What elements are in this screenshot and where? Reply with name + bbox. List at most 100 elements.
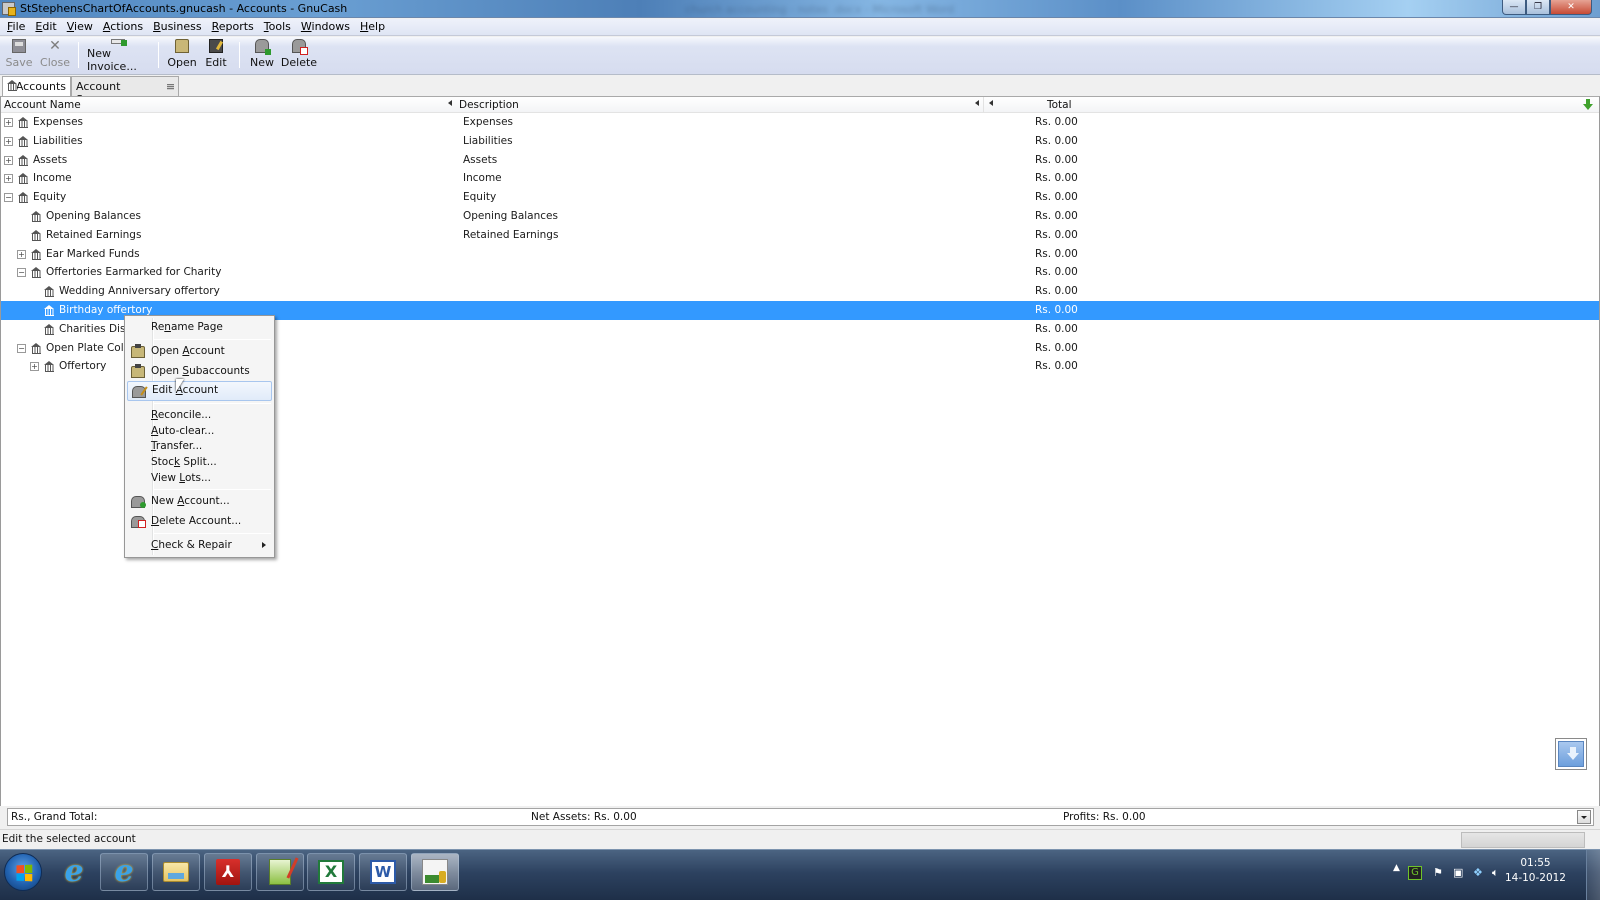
gnucash-app-icon[interactable]	[2, 2, 16, 16]
menu-help[interactable]: Help	[355, 19, 390, 35]
account-total: Rs. 0.00	[1035, 191, 1078, 204]
progress-bar	[1461, 832, 1585, 848]
tab-accounts[interactable]: Accounts	[2, 76, 71, 97]
menu-item-check-and-repair[interactable]: Check & Repair	[127, 536, 272, 556]
account-row[interactable]: Opening Balances Opening Balances Rs. 0.00	[1, 207, 1599, 226]
close-icon: ✕	[49, 38, 61, 54]
menu-view[interactable]: View	[62, 19, 98, 35]
menu-business[interactable]: Business	[148, 19, 207, 35]
account-row[interactable]: + Income Income Rs. 0.00	[1, 169, 1599, 188]
menu-actions[interactable]: Actions	[98, 19, 148, 35]
expand-icon[interactable]: +	[17, 249, 26, 259]
taskbar-internet-explorer[interactable]: e	[100, 853, 148, 891]
taskbar-microsoft-word[interactable]: W	[359, 853, 407, 891]
menu-item-label: Re	[151, 321, 165, 333]
internet-explorer-icon: e	[114, 854, 134, 889]
account-row[interactable]: − Offertories Earmarked for Charity Rs. 0.…	[1, 263, 1599, 282]
column-arrow-icon[interactable]	[989, 100, 993, 106]
collapse-icon[interactable]: −	[17, 343, 26, 353]
expand-icon[interactable]: +	[4, 118, 13, 127]
menu-item-label: heck & Repair	[158, 539, 232, 551]
open-folder-icon	[175, 39, 189, 53]
account-total: Rs. 0.00	[1035, 228, 1078, 241]
minimize-button[interactable]: —	[1502, 0, 1526, 15]
open-button[interactable]: Open	[167, 39, 197, 73]
context-menu: Rename Page Open Account Open Subaccounts E…	[124, 315, 275, 558]
taskbar-notepad-editor[interactable]	[256, 853, 304, 891]
expand-icon[interactable]: +	[4, 155, 13, 165]
show-desktop-button[interactable]	[1586, 850, 1600, 900]
menu-item-open-subaccounts[interactable]: Open Subaccounts	[127, 362, 272, 382]
close-button[interactable]: ✕ Close	[40, 38, 70, 73]
taskbar-internet-explorer-pinned[interactable]: e	[50, 853, 98, 891]
taskbar-windows-explorer[interactable]	[152, 853, 200, 891]
expand-icon[interactable]: +	[30, 362, 39, 372]
account-row[interactable]: + Expenses Expenses Rs. 0.00	[1, 113, 1599, 132]
bank-icon	[44, 323, 55, 335]
menu-item-rename-page[interactable]: Rename Page	[127, 318, 272, 338]
save-button[interactable]: Save	[6, 39, 33, 73]
scroll-to-bottom-button[interactable]	[1555, 738, 1587, 770]
column-header-account-name[interactable]: Account Name	[4, 99, 81, 111]
taskbar-microsoft-excel[interactable]: X	[307, 853, 355, 891]
column-header-description[interactable]: Description	[459, 99, 519, 111]
collapse-icon[interactable]: −	[4, 193, 13, 203]
mouse-cursor-icon	[176, 379, 184, 392]
show-hidden-icons-icon[interactable]: ▲	[1393, 863, 1400, 873]
menu-windows[interactable]: Windows	[296, 19, 355, 35]
menu-item-label: Edit	[152, 384, 176, 396]
menu-tools[interactable]: Tools	[259, 19, 296, 35]
column-selector-arrow-icon[interactable]	[1583, 99, 1593, 111]
column-arrow-icon[interactable]	[448, 100, 452, 106]
action-center-flag-icon[interactable]: ⚑	[1433, 866, 1443, 879]
account-row[interactable]: Wedding Anniversary offertory Rs. 0.00	[1, 282, 1599, 301]
open-label: Open	[167, 56, 197, 69]
tab-account-summary[interactable]: Account Summary	[71, 76, 179, 106]
account-row[interactable]: Retained Earnings Retained Earnings Rs. 0.…	[1, 226, 1599, 245]
new-account-button[interactable]: New	[250, 39, 274, 73]
column-header-total[interactable]: Total	[1047, 99, 1072, 111]
tray-app-g-icon[interactable]: G	[1408, 866, 1422, 880]
menu-item-edit-account[interactable]: Edit Account	[127, 381, 272, 401]
edit-label: Edit	[205, 56, 227, 69]
menu-label: elp	[368, 20, 386, 33]
menu-item-view-lots[interactable]: View Lots...	[127, 469, 272, 489]
restore-button[interactable]: ❐	[1526, 0, 1550, 15]
account-name: Retained Earnings	[46, 228, 142, 241]
dropbox-icon[interactable]: ❖	[1473, 866, 1483, 879]
profits-value: Profits: Rs. 0.00	[1063, 811, 1146, 823]
account-row[interactable]: + Liabilities Liabilities Rs. 0.00	[1, 132, 1599, 151]
menu-edit[interactable]: Edit	[30, 19, 61, 35]
logo-part	[16, 873, 24, 881]
volume-icon[interactable]: 🔈︎	[1492, 866, 1499, 880]
menu-item-new-account[interactable]: New Account...	[127, 492, 272, 512]
account-row[interactable]: + Ear Marked Funds Rs. 0.00	[1, 245, 1599, 264]
windows-taskbar: e e ⅄ X W ▲ G ⚑ ▣ ❖ 🔈︎ 01:55 14-10-2012	[0, 849, 1600, 900]
new-invoice-button[interactable]: New Invoice...	[87, 39, 149, 73]
account-row[interactable]: + Assets Assets Rs. 0.00	[1, 151, 1599, 170]
menu-separator	[153, 489, 271, 490]
expand-icon[interactable]: +	[4, 136, 13, 146]
edit-button[interactable]: Edit	[205, 39, 227, 73]
summary-dropdown-button[interactable]	[1577, 810, 1591, 824]
collapse-icon[interactable]: −	[17, 268, 26, 278]
network-icon[interactable]: ▣	[1453, 866, 1463, 879]
menu-item-delete-account[interactable]: Delete Account...	[127, 512, 272, 532]
tree-header: Account Name Description Total	[1, 97, 1599, 113]
system-clock[interactable]: 01:55 14-10-2012	[1505, 856, 1566, 886]
taskbar-adobe-reader[interactable]: ⅄	[204, 853, 252, 891]
expand-icon[interactable]: +	[4, 174, 13, 184]
menu-reports[interactable]: Reports	[207, 19, 259, 35]
menu-item-open-account[interactable]: Open Account	[127, 342, 272, 362]
close-tab-icon[interactable]	[167, 84, 174, 90]
taskbar-gnucash[interactable]	[411, 853, 459, 891]
column-arrow-icon[interactable]	[975, 100, 979, 106]
delete-account-button[interactable]: Delete	[281, 39, 317, 73]
account-row[interactable]: − Equity Equity Rs. 0.00	[1, 188, 1599, 207]
menu-file[interactable]: File	[2, 19, 30, 35]
menu-item-mnemonic: n	[164, 321, 171, 333]
close-window-button[interactable]: ✕	[1550, 0, 1592, 15]
account-total: Rs. 0.00	[1035, 209, 1078, 222]
menu-mnemonic: W	[300, 20, 312, 33]
start-button[interactable]	[4, 853, 42, 891]
